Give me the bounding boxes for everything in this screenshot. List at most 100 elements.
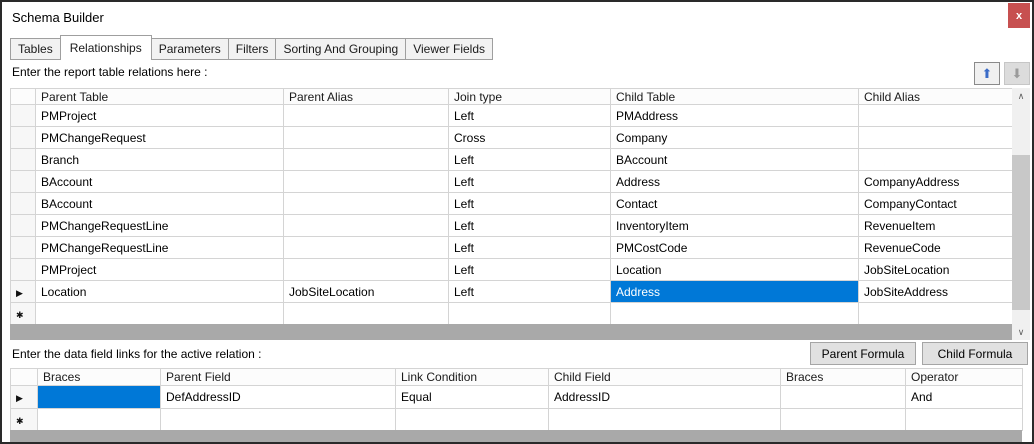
cell-braces-2[interactable] [780, 385, 906, 409]
cell-child-alias[interactable]: RevenueItem [858, 214, 1013, 237]
cell-parent-table[interactable]: PMProject [35, 258, 284, 281]
cell-child-table[interactable]: Company [610, 126, 859, 149]
cell-child-alias[interactable]: JobSiteLocation [858, 258, 1013, 281]
cell-parent-table[interactable] [35, 302, 284, 325]
cell-operator[interactable]: And [905, 385, 1023, 409]
table-row-new[interactable]: ✱ [10, 302, 1013, 325]
table-row-new[interactable]: ✱ [10, 408, 1023, 431]
cell-join-type[interactable] [448, 302, 611, 325]
cell-parent-table[interactable]: Location [35, 280, 284, 303]
row-header[interactable]: ✱ [10, 408, 38, 431]
cell-child-alias[interactable] [858, 126, 1013, 149]
scrollbar-up-icon[interactable]: ∧ [1012, 88, 1030, 104]
cell-child-alias[interactable]: JobSiteAddress [858, 280, 1013, 303]
close-button[interactable]: x [1008, 3, 1030, 28]
titlebar[interactable]: Schema Builder [2, 2, 1032, 33]
table-row[interactable]: PMProject Left Location JobSiteLocation [10, 258, 1013, 281]
table-row[interactable]: PMChangeRequestLine Left InventoryItem R… [10, 214, 1013, 237]
cell-parent-alias[interactable] [283, 126, 449, 149]
cell-join-type[interactable]: Left [448, 170, 611, 193]
col-header-parent-field[interactable]: Parent Field [160, 368, 396, 386]
cell-braces-selected[interactable] [37, 385, 161, 409]
cell-link-condition[interactable]: Equal [395, 385, 549, 409]
tab-relationships[interactable]: Relationships [59, 35, 152, 60]
cell-child-table[interactable]: PMCostCode [610, 236, 859, 259]
row-header[interactable] [10, 214, 36, 237]
tab-viewer-fields[interactable]: Viewer Fields [406, 38, 493, 60]
tab-sorting-and-grouping[interactable]: Sorting And Grouping [276, 38, 407, 60]
cell-child-alias[interactable]: CompanyAddress [858, 170, 1013, 193]
cell-parent-field[interactable] [160, 408, 396, 431]
cell-braces[interactable] [37, 408, 161, 431]
row-header[interactable] [10, 148, 36, 171]
row-header[interactable] [10, 104, 36, 127]
col-header-child-table[interactable]: Child Table [610, 88, 859, 105]
table-row[interactable]: BAccount Left Address CompanyAddress [10, 170, 1013, 193]
col-header-child-alias[interactable]: Child Alias [858, 88, 1013, 105]
row-header[interactable] [10, 236, 36, 259]
col-header-braces-2[interactable]: Braces [780, 368, 906, 386]
cell-child-alias[interactable]: RevenueCode [858, 236, 1013, 259]
scrollbar-thumb[interactable] [1012, 155, 1030, 310]
cell-child-table[interactable]: PMAddress [610, 104, 859, 127]
cell-join-type[interactable]: Left [448, 104, 611, 127]
cell-parent-table[interactable]: PMProject [35, 104, 284, 127]
cell-parent-alias[interactable] [283, 170, 449, 193]
cell-child-table[interactable] [610, 302, 859, 325]
row-header[interactable]: ▶ [10, 280, 36, 303]
cell-child-alias[interactable] [858, 104, 1013, 127]
table-row[interactable]: BAccount Left Contact CompanyContact [10, 192, 1013, 215]
move-row-down-button[interactable]: ⬇ [1004, 62, 1030, 85]
table-row[interactable]: PMChangeRequest Cross Company [10, 126, 1013, 149]
table-row[interactable]: PMChangeRequestLine Left PMCostCode Reve… [10, 236, 1013, 259]
col-header-braces[interactable]: Braces [37, 368, 161, 386]
cell-parent-alias[interactable] [283, 236, 449, 259]
table-row-current[interactable]: ▶ Location JobSiteLocation Left Address … [10, 280, 1013, 303]
tab-parameters[interactable]: Parameters [151, 38, 229, 60]
cell-child-table-selected[interactable]: Address [610, 280, 859, 303]
cell-parent-alias[interactable] [283, 302, 449, 325]
cell-child-alias[interactable] [858, 148, 1013, 171]
table-row-current[interactable]: ▶ DefAddressID Equal AddressID And [10, 385, 1023, 409]
cell-parent-alias[interactable] [283, 148, 449, 171]
cell-link-condition[interactable] [395, 408, 549, 431]
cell-operator[interactable] [905, 408, 1023, 431]
tab-filters[interactable]: Filters [228, 38, 277, 60]
child-formula-button[interactable]: Child Formula [922, 342, 1028, 365]
cell-join-type[interactable]: Left [448, 192, 611, 215]
table-row[interactable]: Branch Left BAccount [10, 148, 1013, 171]
col-header-parent-table[interactable]: Parent Table [35, 88, 284, 105]
cell-parent-alias[interactable]: JobSiteLocation [283, 280, 449, 303]
cell-join-type[interactable]: Left [448, 280, 611, 303]
row-header[interactable]: ▶ [10, 385, 38, 409]
table-row[interactable]: PMProject Left PMAddress [10, 104, 1013, 127]
cell-child-table[interactable]: Contact [610, 192, 859, 215]
move-row-up-button[interactable]: ⬆ [974, 62, 1000, 85]
cell-child-table[interactable]: Address [610, 170, 859, 193]
tab-tables[interactable]: Tables [10, 38, 61, 60]
scrollbar-down-icon[interactable]: ∨ [1012, 324, 1030, 340]
cell-child-alias[interactable] [858, 302, 1013, 325]
col-header-link-condition[interactable]: Link Condition [395, 368, 549, 386]
col-header-child-field[interactable]: Child Field [548, 368, 781, 386]
cell-parent-table[interactable]: BAccount [35, 192, 284, 215]
cell-parent-table[interactable]: PMChangeRequestLine [35, 214, 284, 237]
cell-join-type[interactable]: Cross [448, 126, 611, 149]
row-header[interactable] [10, 192, 36, 215]
cell-parent-table[interactable]: BAccount [35, 170, 284, 193]
col-header-parent-alias[interactable]: Parent Alias [283, 88, 449, 105]
cell-parent-table[interactable]: PMChangeRequestLine [35, 236, 284, 259]
cell-join-type[interactable]: Left [448, 214, 611, 237]
row-header[interactable] [10, 170, 36, 193]
cell-child-table[interactable]: Location [610, 258, 859, 281]
cell-child-table[interactable]: BAccount [610, 148, 859, 171]
cell-join-type[interactable]: Left [448, 236, 611, 259]
cell-parent-alias[interactable] [283, 258, 449, 281]
cell-parent-table[interactable]: Branch [35, 148, 284, 171]
cell-parent-alias[interactable] [283, 192, 449, 215]
relations-grid-scrollbar[interactable]: ∧ ∨ [1012, 88, 1030, 340]
cell-join-type[interactable]: Left [448, 258, 611, 281]
cell-child-table[interactable]: InventoryItem [610, 214, 859, 237]
col-header-operator[interactable]: Operator [905, 368, 1023, 386]
row-header[interactable] [10, 126, 36, 149]
